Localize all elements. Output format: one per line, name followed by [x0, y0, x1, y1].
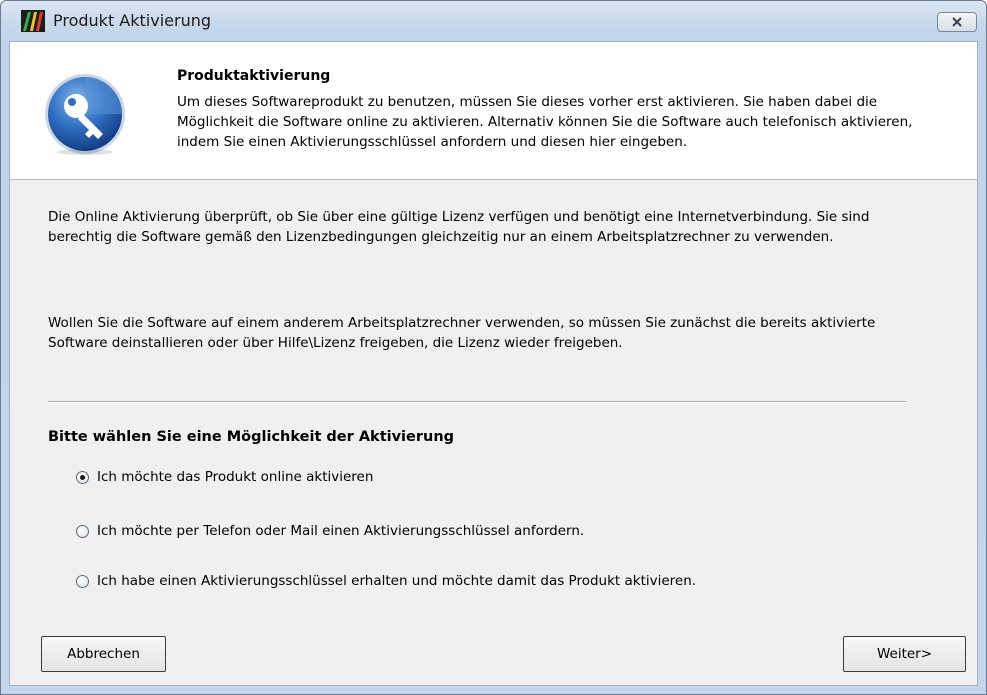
cancel-button[interactable]: Abbrechen: [41, 636, 166, 672]
header-title: Produktaktivierung: [177, 68, 331, 84]
app-logo-icon: [21, 10, 45, 32]
radio-enter-key[interactable]: Ich habe einen Aktivierungsschlüssel erh…: [76, 571, 696, 591]
close-button[interactable]: [937, 12, 977, 32]
window-title: Produkt Aktivierung: [53, 11, 212, 30]
radio-button[interactable]: [76, 470, 89, 484]
title-bar[interactable]: Produkt Aktivierung: [1, 1, 986, 41]
radio-label[interactable]: Ich möchte das Produkt online aktivieren: [97, 469, 373, 485]
online-activation-info: Die Online Aktivierung überprüft, ob Sie…: [48, 209, 870, 245]
header-description: Um dieses Softwareprodukt zu benutzen, m…: [177, 94, 913, 150]
next-button[interactable]: Weiter>: [843, 636, 966, 672]
transfer-license-info: Wollen Sie die Software auf einem andere…: [48, 315, 876, 351]
radio-button[interactable]: [76, 524, 89, 538]
radio-label[interactable]: Ich möchte per Telefon oder Mail einen A…: [97, 523, 584, 539]
activation-dialog: Produkt Aktivierung Produktaktivierung U…: [0, 0, 987, 695]
key-icon: [45, 74, 125, 155]
radio-label[interactable]: Ich habe einen Aktivierungsschlüssel erh…: [97, 573, 696, 589]
close-icon: [952, 17, 962, 27]
dialog-content: Produktaktivierung Um dieses Softwarepro…: [9, 41, 978, 686]
radio-button[interactable]: [76, 574, 89, 588]
radio-request-key[interactable]: Ich möchte per Telefon oder Mail einen A…: [76, 521, 584, 541]
activation-options-title: Bitte wählen Sie eine Möglichkeit der Ak…: [48, 429, 455, 445]
header-panel: Produktaktivierung Um dieses Softwarepro…: [10, 42, 977, 180]
radio-online-activation[interactable]: Ich möchte das Produkt online aktivieren: [76, 467, 373, 487]
radio-selected-dot: [80, 474, 85, 480]
section-divider: [48, 401, 906, 403]
